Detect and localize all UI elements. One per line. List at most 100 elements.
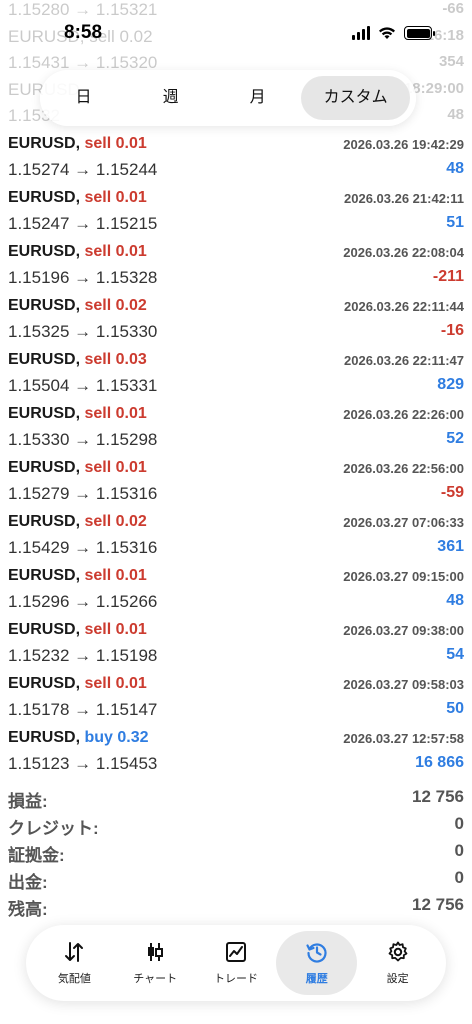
tab-label: 履歴 xyxy=(305,973,328,985)
summary-label: 残高: xyxy=(8,900,48,919)
trade-symbol: EURUSD, xyxy=(8,135,81,152)
trade-title: EURUSD, sell 0.01 xyxy=(8,621,147,639)
battery-icon xyxy=(404,26,435,40)
summary-row-withdrawal: 出金: 0 xyxy=(0,868,472,895)
tab-chart[interactable]: チャート xyxy=(115,931,196,995)
status-bar: 8:58 xyxy=(0,0,472,64)
trade-prices: 1.15504 → 1.15331 xyxy=(8,376,158,395)
trade-profit: 829 xyxy=(437,376,464,393)
trade-row[interactable]: EURUSD, sell 0.03 2026.03.26 22:11:47 1.15… xyxy=(0,349,472,403)
trade-side: sell 0.01 xyxy=(84,675,147,692)
summary-value: 12 756 xyxy=(412,787,464,806)
trade-time: 2026.03.26 22:11:47 xyxy=(344,353,464,368)
trade-title: EURUSD, sell 0.01 xyxy=(8,243,147,261)
trade-title: EURUSD, buy 0.32 xyxy=(8,729,149,747)
tab-history[interactable]: 履歴 xyxy=(276,931,358,995)
trade-side: sell 0.01 xyxy=(84,567,147,584)
trade-profit: -59 xyxy=(440,484,464,501)
trade-title: EURUSD, sell 0.03 xyxy=(8,351,147,369)
trade-time: 2026.03.27 09:58:03 xyxy=(343,677,464,692)
trade-row[interactable]: EURUSD, buy 0.32 2026.03.27 12:57:58 1.151… xyxy=(0,727,472,781)
status-icons xyxy=(352,26,435,40)
trade-symbol: EURUSD, xyxy=(8,297,81,314)
trade-profit: 51 xyxy=(446,214,464,231)
trade-row[interactable]: EURUSD, sell 0.01 2026.03.26 21:42:11 1.15… xyxy=(0,187,472,241)
trade-prices: 1.15429 → 1.15316 xyxy=(8,538,158,557)
summary-row-credit: クレジット: 0 xyxy=(0,814,472,841)
trade-symbol: EURUSD, xyxy=(8,567,81,584)
trade-symbol: EURUSD, xyxy=(8,675,81,692)
trade-row[interactable]: EURUSD, sell 0.01 2026.03.27 09:38:00 1.15… xyxy=(0,619,472,673)
trade-time: 2026.03.27 09:38:00 xyxy=(343,623,464,638)
trade-row[interactable]: EURUSD, sell 0.01 2026.03.26 19:42:29 1.15… xyxy=(0,133,472,187)
trade-row[interactable]: EURUSD, sell 0.01 2026.03.26 22:26:00 1.15… xyxy=(0,403,472,457)
tab-label: チャート xyxy=(133,973,178,985)
trade-time: 2026.03.26 22:11:44 xyxy=(344,299,464,314)
period-selector: 日 週 月 カスタム xyxy=(40,70,416,126)
history-clock-icon xyxy=(306,943,327,963)
trade-symbol: EURUSD, xyxy=(8,405,81,422)
summary-label: クレジット: xyxy=(8,819,99,838)
summary-value: 0 xyxy=(454,814,464,833)
tab-settings[interactable]: 設定 xyxy=(357,931,438,995)
period-tab-day[interactable]: 日 xyxy=(40,76,127,120)
trade-time: 2026.03.27 12:57:58 xyxy=(343,731,464,746)
trade-row[interactable]: EURUSD, sell 0.01 2026.03.26 22:08:04 1.15… xyxy=(0,241,472,295)
trade-profit: -211 xyxy=(432,268,464,285)
trade-side: sell 0.01 xyxy=(84,243,147,260)
summary-label: 証拠金: xyxy=(8,846,65,865)
trade-row[interactable]: EURUSD, sell 0.01 2026.03.26 22:56:00 1.15… xyxy=(0,457,472,511)
trade-row[interactable]: EURUSD, sell 0.02 2026.03.27 07:06:33 1.15… xyxy=(0,511,472,565)
cellular-signal-icon xyxy=(352,26,370,40)
gear-icon xyxy=(388,941,407,962)
trade-profit: 361 xyxy=(437,538,464,555)
summary-row-balance: 残高: 12 756 xyxy=(0,895,472,922)
trade-side: buy 0.32 xyxy=(84,729,149,746)
status-time: 8:58 xyxy=(64,22,103,43)
trade-time: 2026.03.26 22:08:04 xyxy=(343,245,464,260)
trade-symbol: EURUSD, xyxy=(8,513,81,530)
period-tab-custom[interactable]: カスタム xyxy=(301,76,411,120)
trade-row[interactable]: EURUSD, sell 0.01 2026.03.27 09:58:03 1.15… xyxy=(0,673,472,727)
tab-label: 気配値 xyxy=(57,973,91,985)
trade-symbol: EURUSD, xyxy=(8,621,81,638)
trade-time: 2026.03.26 22:26:00 xyxy=(343,407,464,422)
candlestick-icon xyxy=(148,943,164,961)
trade-time: 2026.03.27 09:15:00 xyxy=(343,569,464,584)
trade-profit: 48 xyxy=(446,592,464,609)
tab-trade[interactable]: トレード xyxy=(196,931,277,995)
trade-row[interactable]: EURUSD, sell 0.01 2026.03.27 09:15:00 1.15… xyxy=(0,565,472,619)
wifi-icon xyxy=(379,27,395,39)
trade-symbol: EURUSD, xyxy=(8,459,81,476)
trade-chart-icon xyxy=(225,942,246,962)
trade-prices: 1.15196 → 1.15328 xyxy=(8,268,158,287)
trade-time: 2026.03.27 07:06:33 xyxy=(343,515,464,530)
trade-prices: 1.15274 → 1.15244 xyxy=(8,160,158,179)
trade-profit: 52 xyxy=(446,430,464,447)
summary-label: 損益: xyxy=(8,792,48,811)
trade-symbol: EURUSD, xyxy=(8,351,81,368)
trade-time: 2026.03.26 21:42:11 xyxy=(344,191,464,206)
trade-prices: 1.15296 → 1.15266 xyxy=(8,592,158,611)
trade-profit: 54 xyxy=(446,646,464,663)
trade-side: sell 0.02 xyxy=(84,513,147,530)
trade-prices: 1.15325 → 1.15330 xyxy=(8,322,158,341)
trade-profit: 48 xyxy=(446,160,464,177)
trade-prices: 1.15247 → 1.15215 xyxy=(8,214,158,233)
trade-title: EURUSD, sell 0.02 xyxy=(8,513,147,531)
trade-title: EURUSD, sell 0.01 xyxy=(8,459,147,477)
trade-prices: 1.15330 → 1.15298 xyxy=(8,430,158,449)
trade-symbol: EURUSD, xyxy=(8,729,81,746)
trade-title: EURUSD, sell 0.01 xyxy=(8,405,147,423)
trade-side: sell 0.02 xyxy=(84,297,147,314)
period-tab-month[interactable]: 月 xyxy=(214,76,301,120)
summary-row-deposit: 証拠金: 0 xyxy=(0,841,472,868)
tab-quotes[interactable]: 気配値 xyxy=(34,931,115,995)
trade-profit: 50 xyxy=(446,700,464,717)
trade-profit: -16 xyxy=(440,322,464,339)
trade-side: sell 0.01 xyxy=(84,459,147,476)
trade-title: EURUSD, sell 0.01 xyxy=(8,675,147,693)
trade-symbol: EURUSD, xyxy=(8,189,81,206)
trade-row[interactable]: EURUSD, sell 0.02 2026.03.26 22:11:44 1.15… xyxy=(0,295,472,349)
period-tab-week[interactable]: 週 xyxy=(127,76,214,120)
